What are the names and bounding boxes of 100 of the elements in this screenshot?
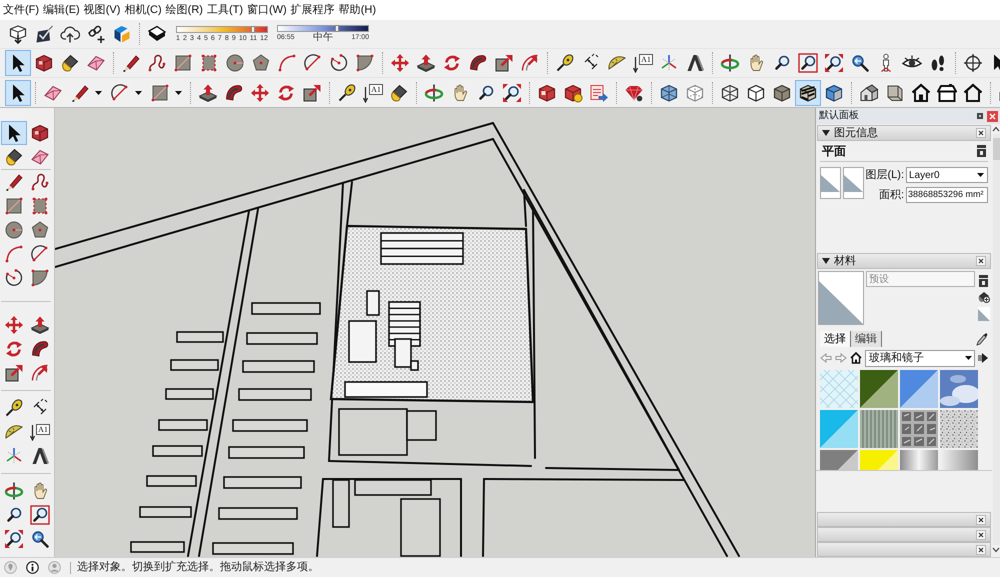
scrollbar-track[interactable] — [992, 134, 1000, 545]
link-plus-icon — [86, 24, 106, 44]
menu-item[interactable]: 帮助(H) — [338, 2, 376, 18]
eyedropper-icon[interactable] — [976, 332, 988, 346]
rotate-arrows-icon — [442, 53, 462, 73]
model-viewport[interactable] — [55, 108, 815, 557]
material-swatch[interactable] — [820, 410, 858, 448]
cube-icon — [30, 123, 50, 143]
time-slider[interactable] — [277, 25, 369, 32]
axes-icon — [4, 446, 24, 466]
menu-item[interactable]: 绘图(R) — [166, 2, 203, 18]
two-tone-cube-icon — [824, 82, 844, 102]
text-tool-button[interactable]: A1 — [27, 420, 53, 444]
pin-icon[interactable] — [977, 113, 983, 119]
tab[interactable]: 选择 — [820, 331, 851, 347]
menu-item[interactable]: 工具(T) — [206, 2, 243, 18]
building-outline — [348, 320, 377, 363]
material-swatch-icon[interactable] — [978, 307, 990, 321]
slider-thumb[interactable] — [335, 25, 340, 32]
time-label: 中午 — [313, 33, 333, 43]
arc-chord-icon — [110, 82, 130, 102]
magnifier-frame-icon — [798, 53, 818, 73]
close-icon[interactable] — [976, 128, 986, 138]
parking-stall — [139, 506, 192, 518]
face-material-swatch[interactable] — [820, 167, 841, 199]
menu-item[interactable]: 相机(C) — [124, 2, 162, 18]
arrow-cursor-button[interactable] — [5, 80, 31, 106]
pie-sector-icon — [30, 268, 50, 288]
text-tool-button[interactable]: A1 — [630, 50, 656, 76]
material-swatch[interactable] — [900, 370, 938, 408]
offset-arcs-icon — [520, 53, 540, 73]
polygon-icon — [30, 220, 50, 240]
info-icon[interactable] — [26, 561, 39, 574]
tape-measure-icon — [4, 398, 24, 418]
panel-toggle-icon[interactable] — [977, 145, 986, 157]
panel-toggle-icon[interactable] — [979, 275, 988, 287]
orbit-icon — [424, 82, 444, 102]
home-icon[interactable] — [850, 352, 862, 364]
arc-chord-icon — [303, 53, 323, 73]
box-icon — [885, 82, 905, 102]
back-arrow-icon[interactable] — [820, 353, 832, 363]
material-preview — [818, 271, 864, 325]
library-dropdown[interactable]: 玻璃和镜子 — [865, 350, 975, 366]
panel-title: 材料 — [834, 256, 857, 266]
text-tool-button[interactable]: A1 — [360, 80, 386, 106]
section-crosshair-icon — [963, 53, 983, 73]
scrollbar-thumb[interactable] — [992, 138, 1000, 160]
slider-thumb[interactable] — [250, 26, 255, 32]
bucket-plus-icon[interactable] — [978, 291, 990, 303]
chevron-up-icon[interactable] — [992, 126, 1000, 132]
layer-dropdown[interactable]: Layer0 — [906, 167, 988, 184]
material-swatch[interactable] — [860, 370, 898, 408]
month-slider[interactable] — [176, 26, 268, 32]
close-icon[interactable] — [976, 256, 986, 266]
area-field[interactable]: 38868853296 mm² — [906, 186, 988, 203]
close-icon[interactable] — [976, 514, 986, 524]
close-icon[interactable] — [976, 530, 986, 540]
material-swatch[interactable] — [940, 370, 978, 408]
offset-arcs-icon — [30, 363, 50, 383]
eraser-icon — [30, 147, 50, 167]
material-swatch[interactable] — [820, 370, 858, 408]
shaded-cube-icon — [772, 82, 792, 102]
arrow-cursor-button[interactable] — [5, 50, 31, 76]
material-swatch[interactable] — [940, 410, 978, 448]
house-outline-icon — [963, 82, 983, 102]
pencil-icon — [4, 172, 24, 192]
material-name-field[interactable]: 预设 — [866, 271, 975, 287]
arrow-cursor-button[interactable] — [1, 121, 27, 145]
material-swatch[interactable] — [900, 410, 938, 448]
marked-cube-icon — [537, 82, 557, 102]
material-swatch[interactable] — [860, 410, 898, 448]
striped-cube-button[interactable] — [795, 80, 821, 106]
shadow-block-icon — [147, 24, 167, 44]
panel-header[interactable]: 图元信息 — [817, 125, 991, 141]
face-material-swatch[interactable] — [843, 167, 864, 199]
three-point-arc-icon — [4, 268, 24, 288]
house-side-icon — [937, 82, 957, 102]
status-message: 选择对象。切换到扩充选择。拖动鼠标选择多项。 — [77, 560, 319, 576]
close-icon[interactable] — [976, 544, 986, 554]
pencil-icon — [121, 53, 141, 73]
paint-bucket-icon — [389, 82, 409, 102]
details-arrow-icon[interactable] — [978, 352, 988, 364]
menu-item[interactable]: 编辑(E) — [43, 2, 80, 18]
building-outline — [366, 290, 380, 316]
caret-icon — [135, 90, 142, 94]
magnifier-icon — [4, 505, 24, 525]
panel-header[interactable]: 材料 — [817, 253, 991, 269]
chevron-down-icon[interactable] — [992, 547, 1000, 553]
striped-cube-icon — [798, 82, 818, 102]
polygon-icon — [251, 53, 271, 73]
field-label: 面积: — [878, 188, 904, 202]
menu-item[interactable]: 文件(F) — [3, 2, 40, 18]
leader-arrow-icon — [633, 57, 638, 73]
disclosure-triangle-icon[interactable] — [822, 258, 830, 264]
tab[interactable]: 编辑 — [851, 331, 882, 347]
menu-item[interactable]: 扩展程序 — [290, 2, 335, 18]
disclosure-triangle-icon[interactable] — [822, 130, 830, 136]
document-arrow-icon — [589, 82, 609, 102]
menu-item[interactable]: 视图(V) — [84, 2, 120, 18]
menu-item[interactable]: 窗口(W) — [247, 2, 287, 18]
